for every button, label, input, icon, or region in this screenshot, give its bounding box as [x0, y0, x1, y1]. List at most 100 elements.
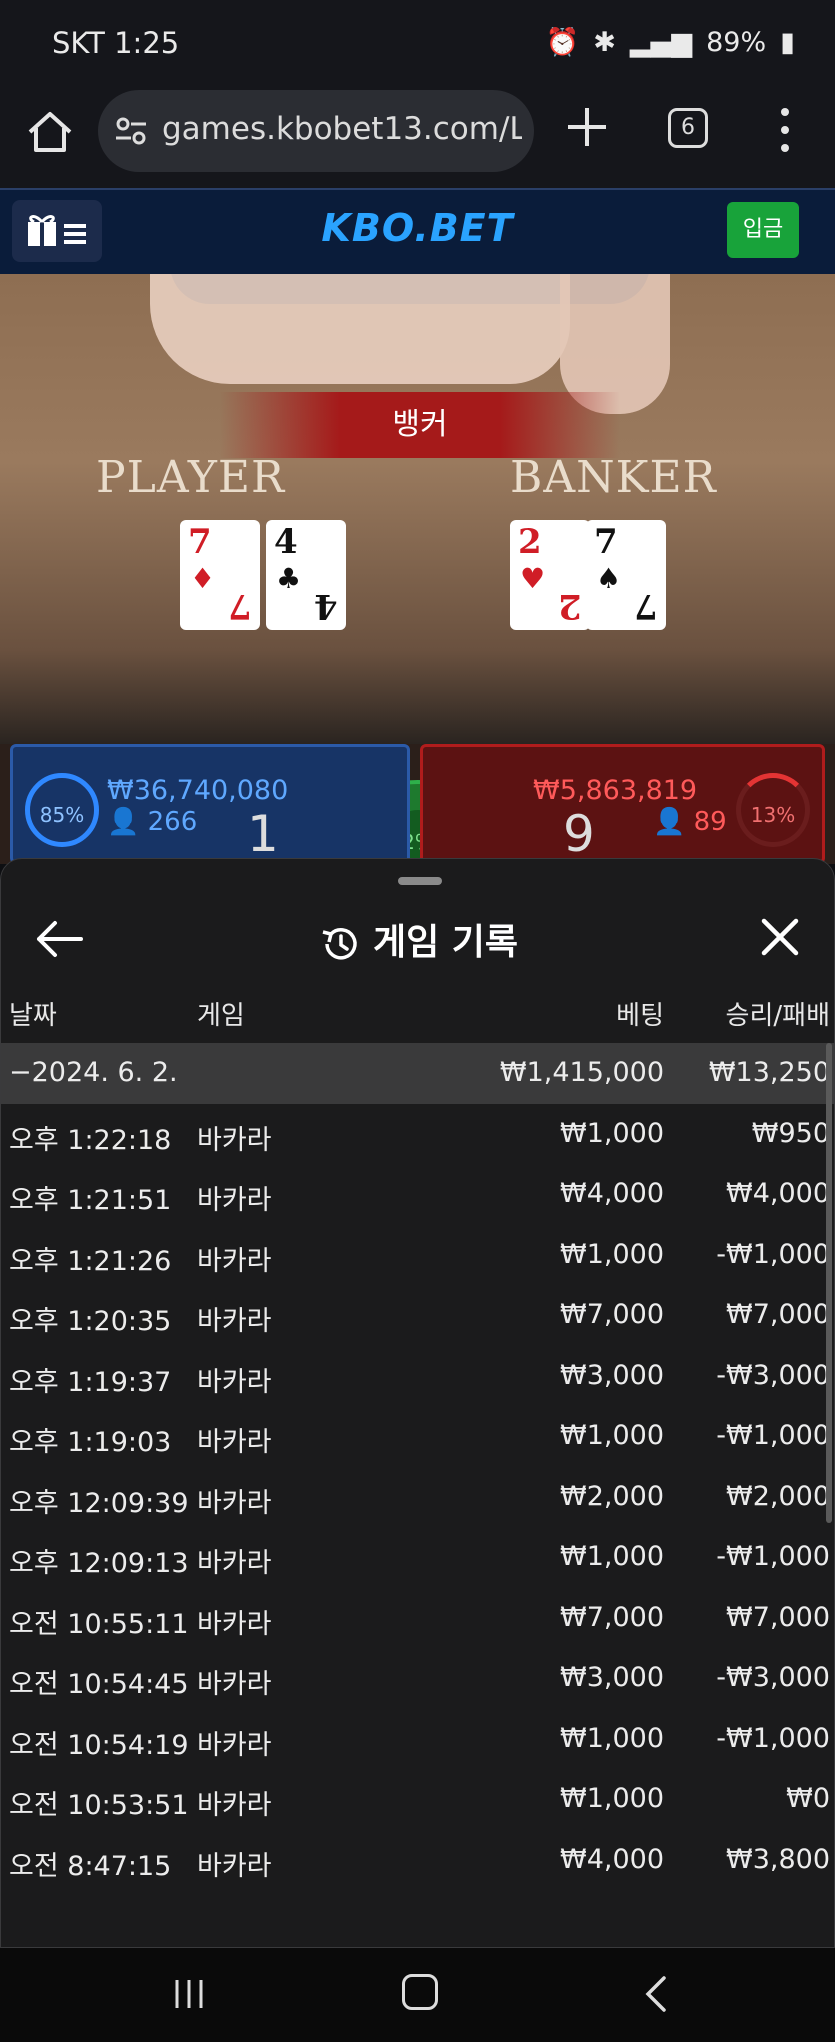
- banker-percent: 13%: [736, 773, 810, 847]
- date-group-row[interactable]: −2024. 6. 2. ₩1,415,000 ₩13,250: [1, 1043, 834, 1104]
- row-time: 오전 10:55:11: [9, 1608, 189, 1640]
- sheet-drag-handle[interactable]: [398, 877, 442, 885]
- row-time: 오후 1:21:26: [9, 1245, 172, 1277]
- banker-table-label: BANKER: [510, 452, 717, 503]
- close-icon[interactable]: [758, 915, 802, 959]
- site-settings-icon[interactable]: [114, 114, 148, 148]
- player-card: 7 ♦ 7: [180, 520, 260, 630]
- row-game: 바카라: [197, 1427, 272, 1458]
- row-win-loss: ₩950: [751, 1117, 830, 1149]
- history-row[interactable]: 오후 1:21:51 바카라 ₩4,000 ₩4,000: [1, 1164, 834, 1225]
- card-rank: 4: [274, 522, 298, 562]
- row-bet: ₩4,000: [560, 1843, 664, 1875]
- row-time: 오전 10:54:19: [9, 1729, 189, 1761]
- player-bet-area[interactable]: 85% ₩36,740,080 👤 266 1: [10, 744, 410, 864]
- history-row[interactable]: 오후 1:20:35 바카라 ₩7,000 ₩7,000: [1, 1285, 834, 1346]
- tab-switcher-button[interactable]: 6: [668, 108, 708, 148]
- row-bet: ₩1,000: [560, 1238, 664, 1270]
- row-bet: ₩2,000: [560, 1480, 664, 1512]
- group-date: −2024. 6. 2.: [9, 1057, 178, 1088]
- home-button[interactable]: [402, 1974, 438, 2010]
- row-game: 바카라: [197, 1306, 272, 1337]
- scrollbar[interactable]: [826, 1043, 832, 1523]
- status-bar: SKT 1:25 ⏰ ✱ ▂▄▆ 89% ▮: [0, 0, 835, 88]
- player-count-value: 266: [147, 807, 198, 837]
- card-suit-icon: ♦: [190, 562, 216, 595]
- row-game: 바카라: [197, 1245, 272, 1277]
- history-row[interactable]: 오후 1:19:03 바카라 ₩1,000 -₩1,000: [1, 1406, 834, 1467]
- card-rank: 7: [634, 586, 658, 626]
- row-win-loss: -₩3,000: [716, 1662, 830, 1693]
- row-time: 오후 1:19:37: [9, 1366, 172, 1398]
- banker-count-value: 89: [693, 807, 727, 837]
- row-time: 오후 12:09:13: [9, 1548, 189, 1579]
- recent-apps-icon[interactable]: [172, 1978, 206, 2010]
- row-win-loss: ₩2,000: [726, 1480, 830, 1512]
- column-game: 게임: [197, 1001, 245, 1031]
- row-win-loss: ₩3,800: [726, 1843, 830, 1875]
- card-suit-icon: ♥: [520, 562, 546, 595]
- card-suit-icon: ♠: [596, 562, 622, 595]
- history-row[interactable]: 오후 12:09:13 바카라 ₩1,000 -₩1,000: [1, 1527, 834, 1588]
- row-win-loss: ₩4,000: [726, 1178, 830, 1209]
- row-bet: ₩3,000: [560, 1359, 664, 1391]
- row-game: 바카라: [197, 1487, 272, 1519]
- game-history-sheet: 게임 기록 날짜 게임 베팅 승리/패배 −2024. 6. 2. ₩1,415…: [0, 858, 835, 1948]
- row-time: 오후 1:19:03: [9, 1427, 172, 1458]
- row-bet: ₩1,000: [560, 1783, 664, 1814]
- deposit-button[interactable]: 입금: [727, 202, 799, 258]
- sheet-title-text: 게임 기록: [372, 922, 518, 963]
- live-game-video: 뱅커 PLAYER BANKER 7 ♦ 7 4 ♣ 4 2 ♥ 2 7 ♠ 7: [0, 274, 835, 744]
- row-time: 오후 1:22:18: [9, 1124, 172, 1156]
- player-bettor-count: 👤 266: [107, 807, 197, 837]
- row-win-loss: ₩7,000: [726, 1299, 830, 1330]
- row-bet: ₩7,000: [560, 1299, 664, 1330]
- site-logo[interactable]: KBO.BET: [0, 206, 835, 250]
- user-icon: 👤: [107, 807, 140, 837]
- column-win-loss: 승리/패배: [725, 1001, 830, 1031]
- more-options-icon[interactable]: [770, 102, 800, 158]
- banker-bet-area[interactable]: ₩5,863,819 👤 89 9 13%: [420, 744, 825, 864]
- banker-total-amount: ₩5,863,819: [533, 775, 698, 806]
- address-bar[interactable]: games.kbobet13.com/Lau: [98, 90, 534, 172]
- group-bet-total: ₩1,415,000: [499, 1057, 664, 1088]
- row-time: 오전 10:53:51: [9, 1790, 189, 1821]
- card-rank: 7: [594, 522, 618, 562]
- url-text: games.kbobet13.com/Lau: [162, 111, 522, 147]
- banker-card: 2 ♥ 2: [510, 520, 590, 630]
- banker-score: 9: [563, 805, 595, 863]
- player-score: 1: [247, 805, 279, 863]
- battery-icon: ▮: [780, 26, 795, 58]
- history-row[interactable]: 오후 1:22:18 바카라 ₩1,000 ₩950: [1, 1104, 834, 1165]
- history-row[interactable]: 오후 1:21:26 바카라 ₩1,000 -₩1,000: [1, 1225, 834, 1286]
- status-carrier-time: SKT 1:25: [52, 26, 180, 60]
- history-row[interactable]: 오전 10:54:45 바카라 ₩3,000 -₩3,000: [1, 1648, 834, 1709]
- history-row[interactable]: 오전 10:55:11 바카라 ₩7,000 ₩7,000: [1, 1588, 834, 1649]
- row-game: 바카라: [197, 1124, 272, 1156]
- home-icon[interactable]: [22, 104, 78, 160]
- row-bet: ₩1,000: [560, 1541, 664, 1572]
- new-tab-icon[interactable]: [562, 102, 612, 152]
- user-icon: 👤: [653, 807, 686, 837]
- history-row[interactable]: 오후 1:19:37 바카라 ₩3,000 -₩3,000: [1, 1346, 834, 1407]
- row-win-loss: -₩3,000: [716, 1359, 830, 1391]
- column-date: 날짜: [9, 1001, 57, 1031]
- history-row[interactable]: 오후 12:09:39 바카라 ₩2,000 ₩2,000: [1, 1467, 834, 1528]
- row-time: 오전 8:47:15: [9, 1850, 172, 1882]
- row-win-loss: -₩1,000: [716, 1541, 830, 1572]
- row-game: 바카라: [197, 1548, 272, 1579]
- card-rank: 2: [518, 522, 542, 562]
- row-game: 바카라: [197, 1669, 272, 1700]
- back-icon[interactable]: [640, 1974, 670, 2014]
- history-row[interactable]: 오전 8:47:15 바카라 ₩4,000 ₩3,800: [1, 1830, 834, 1891]
- row-bet: ₩3,000: [560, 1662, 664, 1693]
- card-rank: 2: [558, 586, 582, 626]
- banker-card: 7 ♠ 7: [586, 520, 666, 630]
- row-bet: ₩1,000: [560, 1117, 664, 1149]
- history-row[interactable]: 오전 10:53:51 바카라 ₩1,000 ₩0: [1, 1769, 834, 1830]
- history-row[interactable]: 오전 10:54:19 바카라 ₩1,000 -₩1,000: [1, 1709, 834, 1770]
- row-bet: ₩1,000: [560, 1722, 664, 1754]
- column-bet: 베팅: [616, 1001, 664, 1031]
- battery-level: 89%: [706, 26, 767, 58]
- row-game: 바카라: [197, 1850, 272, 1882]
